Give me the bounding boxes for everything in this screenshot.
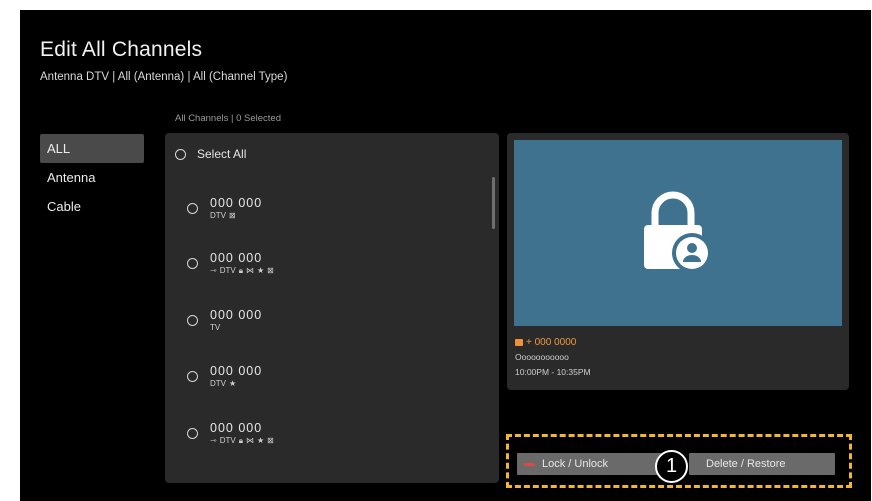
sidebar: ALL Antenna Cable [40, 134, 144, 221]
arrow-right-icon: ⇾ [210, 436, 217, 445]
select-all-label: Select All [197, 147, 247, 161]
sidebar-item-antenna[interactable]: Antenna [40, 163, 144, 192]
radio-icon [187, 203, 198, 214]
no-signal-icon: ⊠ [229, 211, 236, 220]
channel-type: DTV [219, 266, 236, 275]
channel-number: 000 000 [210, 196, 263, 210]
radio-icon [187, 428, 198, 439]
lock-unlock-label: Lock / Unlock [542, 458, 609, 470]
program-name: Ooooooooooo [515, 352, 569, 362]
channel-type: DTV [210, 379, 226, 388]
channel-number: 000 000 [210, 251, 263, 265]
locked-user-icon [640, 191, 712, 275]
no-signal-icon: ⊠ [267, 436, 274, 445]
channel-number: 000 000 [210, 421, 263, 435]
channel-row[interactable]: 000 000 DTV ★ [187, 364, 467, 389]
delete-restore-button[interactable]: Delete / Restore [689, 453, 835, 475]
sidebar-item-all[interactable]: ALL [40, 134, 144, 163]
scrollbar[interactable] [492, 177, 495, 229]
red-key-icon [524, 462, 535, 466]
skip-icon: ⋈ [245, 266, 254, 275]
radio-icon [187, 258, 198, 269]
selection-count: All Channels | 0 Selected [175, 113, 281, 124]
no-signal-icon: ⊠ [267, 266, 274, 275]
lock-icon: 🔒︎ [238, 266, 243, 275]
lock-unlock-button[interactable]: Lock / Unlock [517, 453, 678, 475]
favorite-star-icon: ★ [229, 379, 237, 388]
skip-icon: ⋈ [245, 436, 254, 445]
channel-number: 000 000 [210, 308, 263, 322]
lock-icon: 🔒︎ [238, 436, 243, 445]
program-time: 10:00PM - 10:35PM [515, 367, 591, 377]
channel-info-line: + 000 0000 [515, 337, 576, 348]
callout-marker: 1 [655, 450, 688, 483]
tv-screen: Edit All Channels Antenna DTV | All (Ant… [20, 10, 871, 501]
page-title: Edit All Channels [40, 38, 203, 61]
channel-number: 000 000 [210, 364, 263, 378]
radio-icon [187, 315, 198, 326]
radio-icon [187, 371, 198, 382]
radio-icon [175, 148, 186, 160]
channel-type: DTV [210, 211, 226, 220]
channel-badge-icon [515, 339, 523, 346]
channel-row[interactable]: 000 000 TV [187, 308, 467, 333]
page-subtitle: Antenna DTV | All (Antenna) | All (Chann… [40, 71, 288, 83]
channel-row[interactable]: 000 000 ⇾ DTV 🔒︎ ⋈ ★ ⊠ [187, 421, 467, 446]
channel-row[interactable]: 000 000 DTV ⊠ [187, 196, 467, 221]
channel-list: Select All 000 000 DTV ⊠ 000 000 ⇾ DTV � [165, 133, 499, 483]
preview-channel: + 000 0000 [526, 337, 577, 348]
sidebar-item-cable[interactable]: Cable [40, 192, 144, 221]
channel-row[interactable]: 000 000 ⇾ DTV 🔒︎ ⋈ ★ ⊠ [187, 251, 467, 276]
channel-type: TV [210, 323, 221, 332]
favorite-star-icon: ★ [256, 436, 265, 445]
channel-type: DTV [219, 436, 236, 445]
select-all-option[interactable]: Select All [175, 147, 246, 161]
favorite-star-icon: ★ [256, 266, 265, 275]
delete-restore-label: Delete / Restore [706, 458, 786, 470]
preview-video [514, 140, 842, 326]
arrow-right-icon: ⇾ [210, 266, 217, 275]
channel-preview-card: + 000 0000 Ooooooooooo 10:00PM - 10:35PM [507, 133, 849, 390]
